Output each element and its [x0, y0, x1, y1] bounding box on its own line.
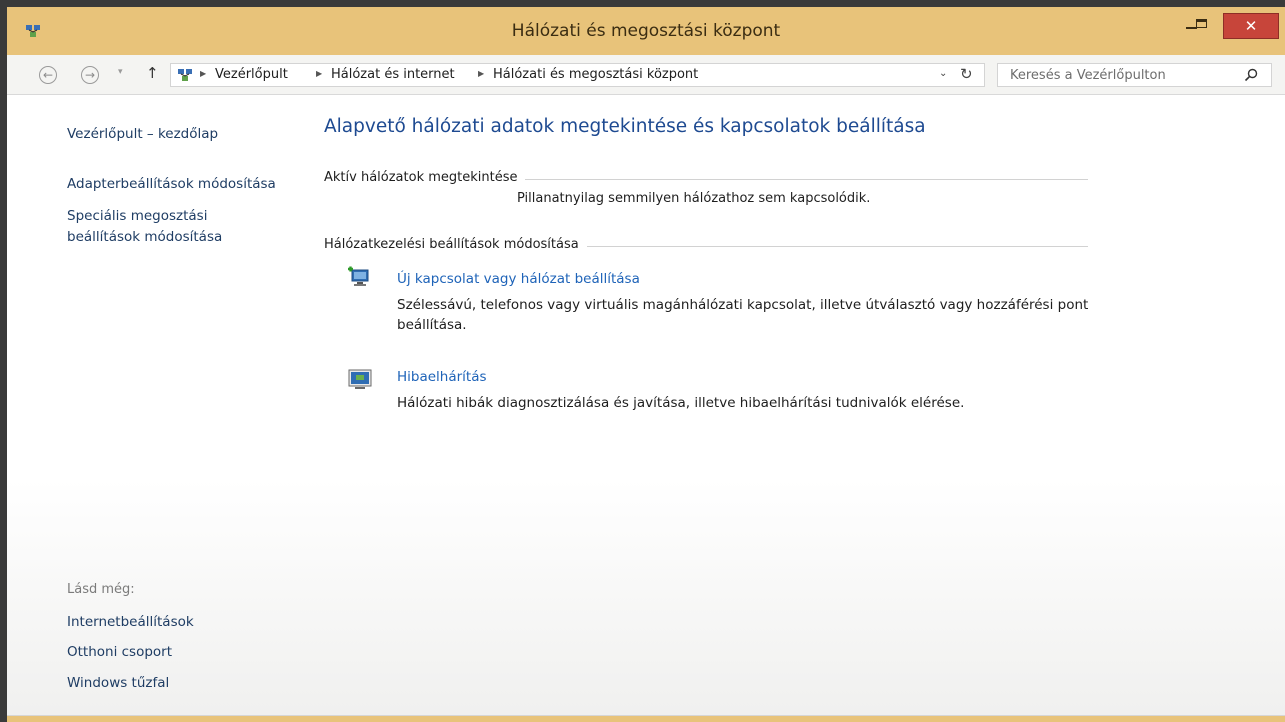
search-icon[interactable]: [1243, 67, 1259, 83]
network-settings-section: Hálózatkezelési beállítások módosítása: [324, 237, 1088, 255]
troubleshoot-description: Hálózati hibák diagnosztizálása és javít…: [397, 395, 965, 411]
see-also-windows-firewall[interactable]: Windows tűzfal: [67, 675, 169, 691]
navigation-bar: ← → ▾ ↑ ▶ Vezérlőpult ▶ Hálózat és inter…: [7, 55, 1285, 95]
sidebar-link-advanced-sharing-line1[interactable]: Speciális megosztási: [67, 208, 207, 224]
close-button[interactable]: ✕: [1223, 13, 1279, 39]
breadcrumb-separator-icon[interactable]: ▶: [316, 69, 322, 78]
breadcrumb-separator-icon[interactable]: ▶: [478, 69, 484, 78]
new-connection-description: Szélessávú, telefonos vagy virtuális mag…: [397, 297, 1089, 333]
breadcrumb-separator-icon[interactable]: ▶: [200, 69, 206, 78]
back-button[interactable]: ←: [39, 66, 57, 84]
sidebar-link-advanced-sharing-line2[interactable]: beállítások módosítása: [67, 229, 222, 245]
forward-button[interactable]: →: [81, 66, 99, 84]
maximize-button[interactable]: [1192, 13, 1222, 39]
network-control-panel-icon: [178, 69, 192, 81]
window-title: Hálózati és megosztási központ: [511, 21, 781, 41]
no-network-status: Pillanatnyilag semmilyen hálózathoz sem …: [517, 191, 871, 206]
new-connection-link[interactable]: Új kapcsolat vagy hálózat beállítása: [397, 271, 640, 287]
page-title: Alapvető hálózati adatok megtekintése és…: [324, 116, 926, 137]
address-bar[interactable]: ▶ Vezérlőpult ▶ Hálózat és internet ▶ Há…: [170, 63, 985, 87]
search-input[interactable]: Keresés a Vezérlőpulton: [997, 63, 1272, 87]
search-placeholder: Keresés a Vezérlőpulton: [1010, 68, 1166, 83]
network-settings-heading: Hálózatkezelési beállítások módosítása: [324, 237, 587, 252]
up-button[interactable]: ↑: [146, 64, 159, 82]
new-connection-icon: [348, 266, 369, 286]
troubleshoot-link[interactable]: Hibaelhárítás: [397, 369, 487, 385]
recent-locations-chevron-icon[interactable]: ▾: [118, 67, 123, 77]
address-dropdown-icon[interactable]: ⌄: [939, 68, 947, 79]
breadcrumb-network-internet[interactable]: Hálózat és internet: [331, 67, 455, 82]
troubleshoot-icon: [348, 369, 372, 389]
see-also-internet-options[interactable]: Internetbeállítások: [67, 614, 194, 630]
refresh-icon[interactable]: ↻: [960, 65, 973, 83]
breadcrumb-control-panel[interactable]: Vezérlőpult: [215, 67, 288, 82]
content-area: Vezérlőpult – kezdőlap Adapterbeállításo…: [7, 95, 1285, 716]
active-networks-section: Aktív hálózatok megtekintése: [324, 170, 1088, 188]
see-also-label: Lásd még:: [67, 582, 135, 597]
close-icon: ✕: [1244, 17, 1258, 35]
title-bar[interactable]: Hálózati és megosztási központ ✕: [7, 7, 1285, 55]
sidebar-link-adapter-settings[interactable]: Adapterbeállítások módosítása: [67, 176, 276, 192]
active-networks-heading: Aktív hálózatok megtekintése: [324, 170, 526, 185]
window: Hálózati és megosztási központ ✕ ← → ▾ ↑…: [7, 7, 1285, 722]
breadcrumb-network-sharing-center[interactable]: Hálózati és megosztási központ: [493, 67, 698, 82]
sidebar-link-control-panel-home[interactable]: Vezérlőpult – kezdőlap: [67, 126, 218, 142]
see-also-homegroup[interactable]: Otthoni csoport: [67, 644, 172, 660]
